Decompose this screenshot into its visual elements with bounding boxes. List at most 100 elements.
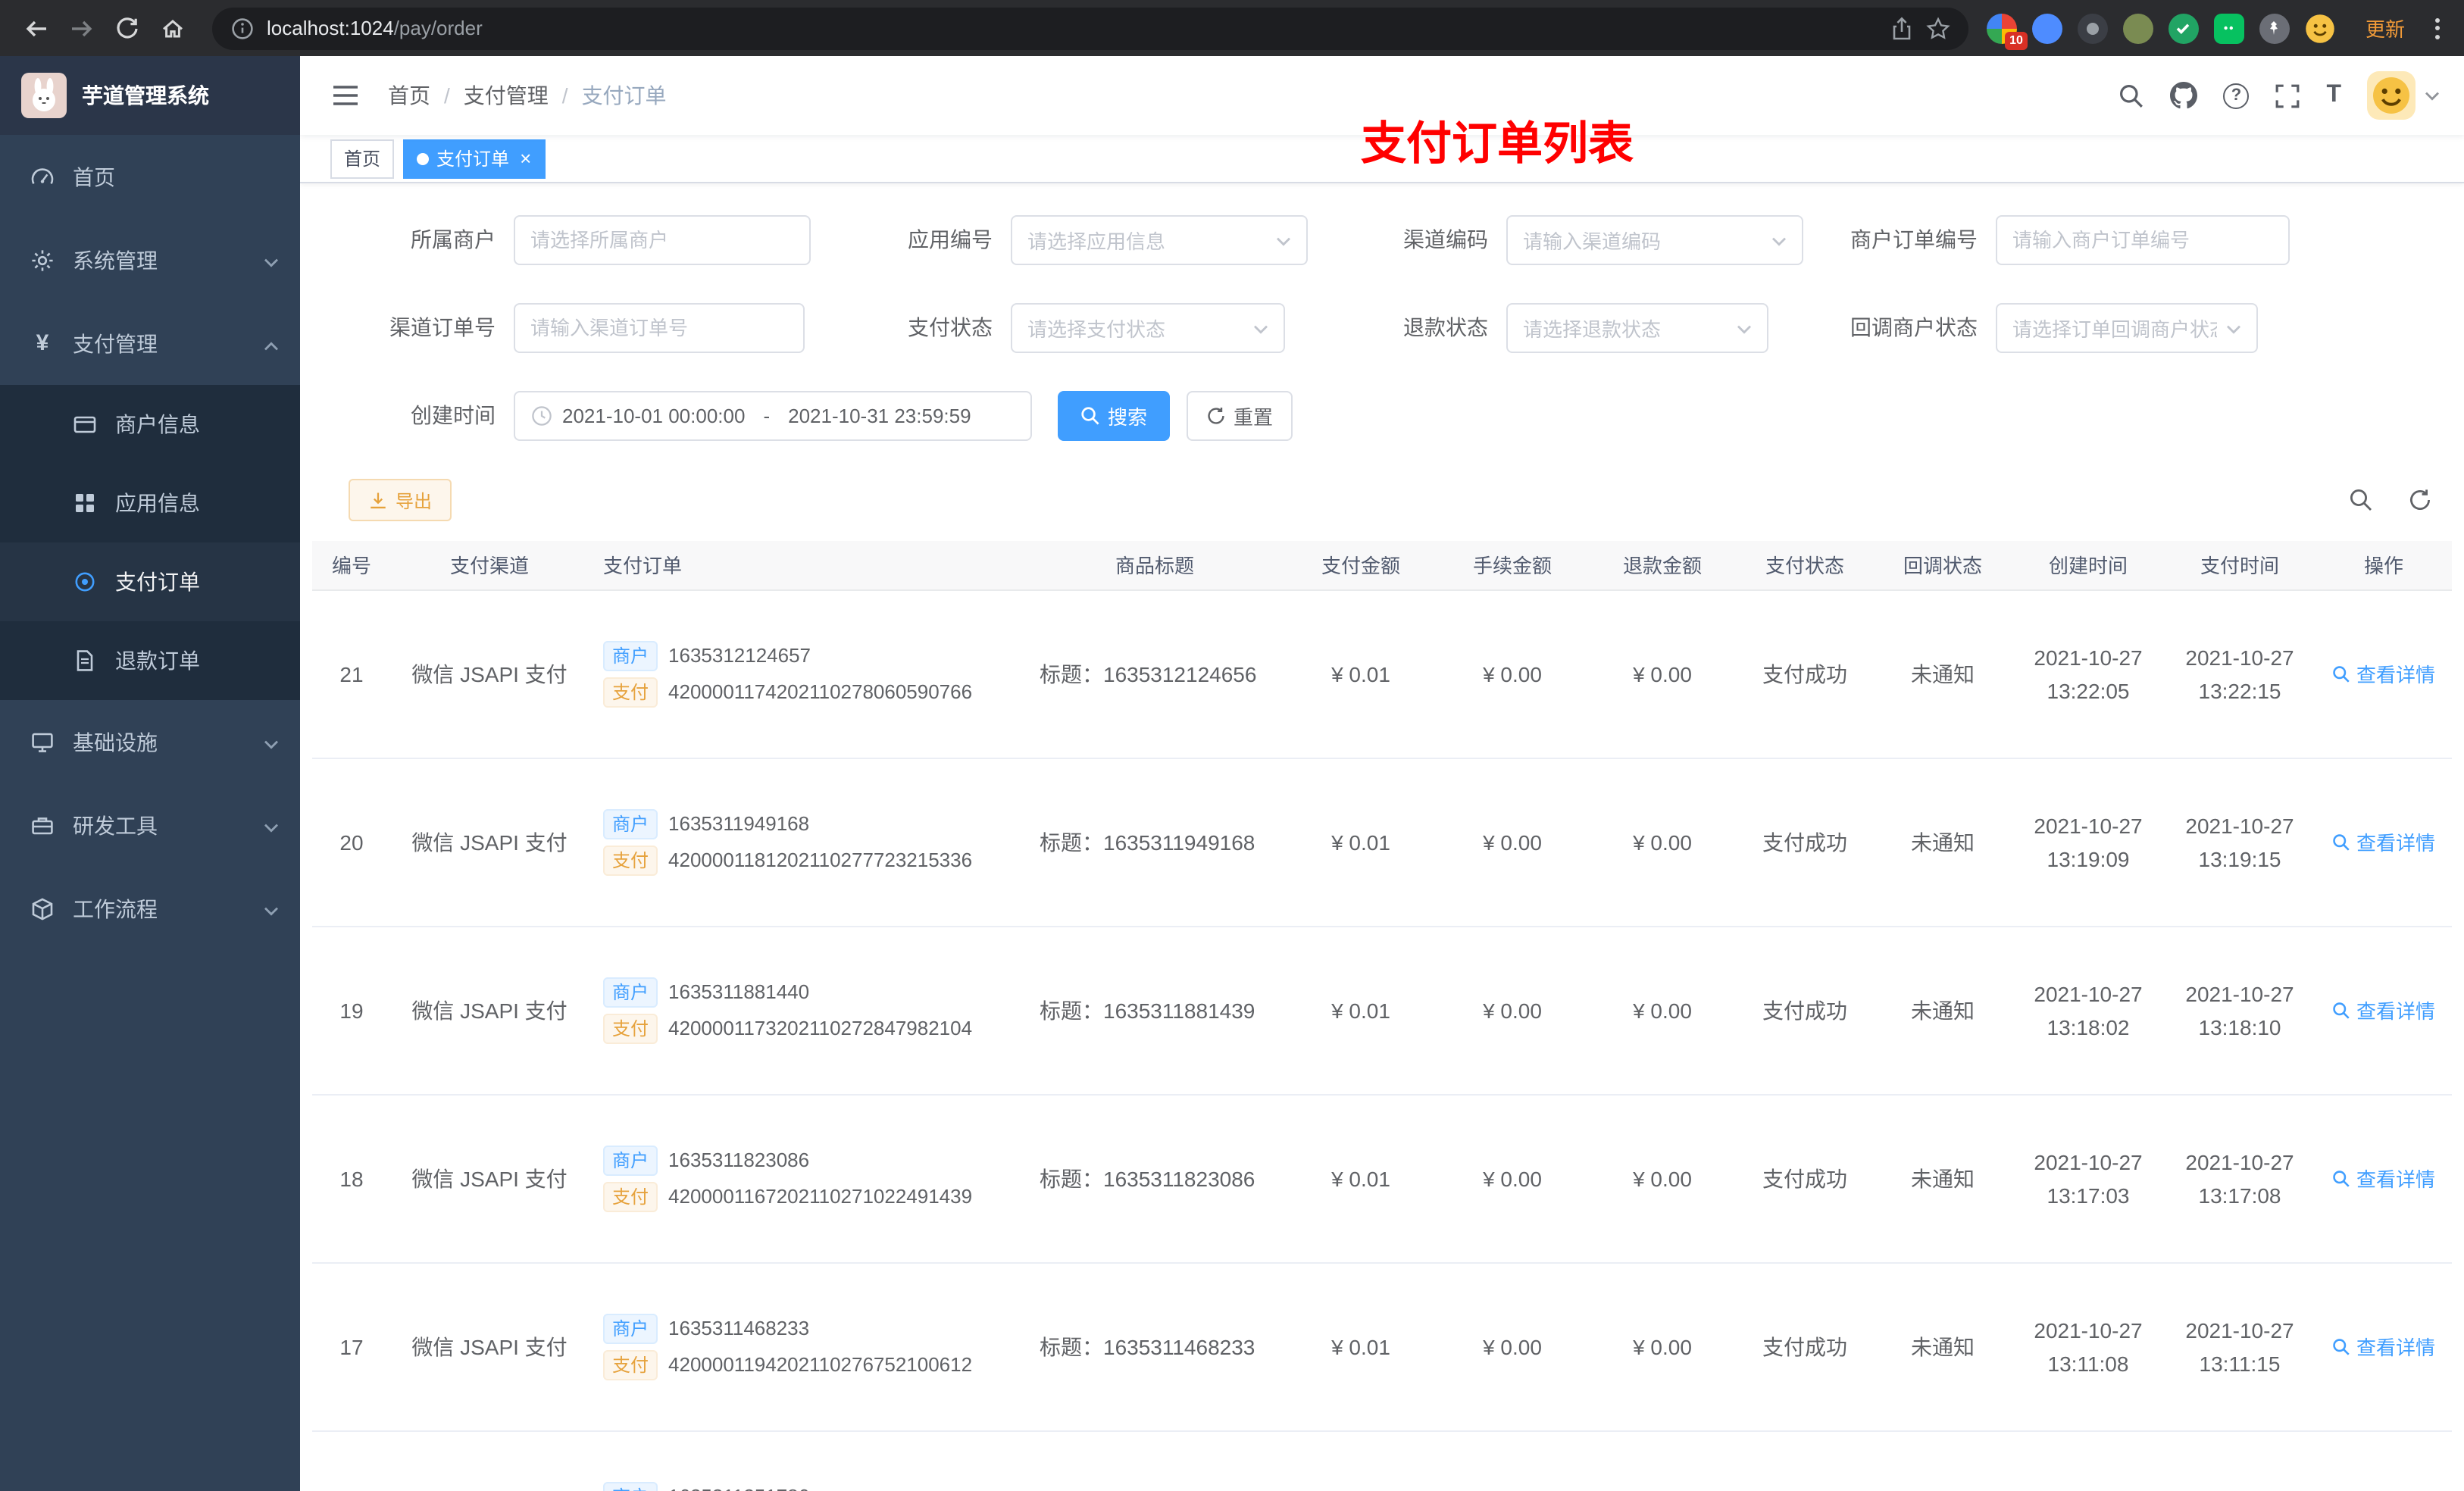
- extension-icon-pin[interactable]: [2259, 13, 2290, 43]
- merchant-order-no: 1635311881440: [668, 980, 810, 1003]
- cell-id: [312, 1430, 391, 1491]
- cell-fee-amount: ¥ 0.00: [1437, 926, 1588, 1095]
- export-button[interactable]: 导出: [349, 479, 452, 521]
- tab-home[interactable]: 首页: [330, 139, 395, 178]
- browser-update-button[interactable]: 更新: [2366, 14, 2405, 42]
- extension-icon-dark[interactable]: [2077, 13, 2108, 43]
- table-row: 17 微信 JSAPI 支付 商户 1635311468233 支付 42000…: [312, 1262, 2452, 1431]
- table-header-row: 编号 支付渠道 支付订单 商品标题 支付金额 手续金额 退款金额 支付状态 回调…: [312, 541, 2452, 590]
- cell-title: [1024, 1430, 1285, 1491]
- extension-icon-chat[interactable]: [2213, 13, 2244, 43]
- col-header-order: 支付订单: [588, 541, 1024, 590]
- breadcrumb-home[interactable]: 首页: [388, 80, 430, 111]
- channel-pay-no: 4200001194202110276752100612: [668, 1353, 973, 1376]
- cell-notify-status: 未通知: [1873, 1262, 2012, 1431]
- merchant-order-no-input[interactable]: [1996, 215, 2290, 265]
- browser-home-icon[interactable]: [152, 7, 194, 49]
- sidebar-item-refund-order[interactable]: 退款订单: [0, 621, 300, 700]
- fullscreen-icon[interactable]: [2275, 83, 2300, 108]
- bookmark-star-icon[interactable]: [1926, 16, 1950, 40]
- chevron-down-icon: [2425, 90, 2440, 101]
- sidebar-item-pay-order[interactable]: 支付订单: [0, 542, 300, 621]
- col-header-pay-amount: 支付金额: [1285, 541, 1437, 590]
- search-button[interactable]: 搜索: [1058, 391, 1170, 441]
- sidebar-item-payment[interactable]: ¥ 支付管理: [0, 302, 300, 385]
- extension-icon-colorful[interactable]: 10: [1986, 13, 2028, 49]
- sidebar-item-merchant-info[interactable]: 商户信息: [0, 385, 300, 464]
- view-detail-link[interactable]: 查看详情: [2332, 827, 2435, 856]
- extension-icon-blue[interactable]: [2031, 13, 2062, 43]
- share-icon[interactable]: [1890, 16, 1914, 40]
- merchant-tag: 商户: [603, 1145, 658, 1175]
- col-header-create-time: 创建时间: [2012, 541, 2164, 590]
- breadcrumb-current: 支付订单: [581, 83, 667, 108]
- merchant-input[interactable]: [514, 215, 811, 265]
- filter-label: 应用编号: [908, 227, 993, 252]
- site-info-icon[interactable]: [230, 16, 255, 40]
- cell-action: 查看详情: [2315, 589, 2452, 758]
- main-area: 首页 / 支付管理 / 支付订单 ? T 首页 支付订单 × 所属商户 请选择所…: [300, 56, 2464, 1491]
- merchant-order-no: 1635311351786: [668, 1485, 809, 1491]
- browser-forward-icon[interactable]: [61, 7, 103, 49]
- col-header-fee-amount: 手续金额: [1437, 541, 1588, 590]
- sidebar-item-home[interactable]: 首页: [0, 135, 300, 218]
- merchant-tag: 商户: [603, 977, 658, 1007]
- sidebar-menu: 首页 系统管理 ¥ 支付管理 商户信息 应用信息 支付订单 退款订单 基础设施 …: [0, 135, 300, 950]
- view-detail-link[interactable]: 查看详情: [2332, 1164, 2435, 1192]
- help-icon[interactable]: ?: [2223, 83, 2250, 108]
- cell-notify-status: 未通知: [1873, 589, 2012, 758]
- sidebar-item-app-info[interactable]: 应用信息: [0, 464, 300, 542]
- view-detail-link[interactable]: 查看详情: [2332, 996, 2435, 1024]
- col-header-title: 商品标题: [1024, 541, 1285, 590]
- browser-profile-avatar[interactable]: [2305, 13, 2335, 43]
- address-bar[interactable]: localhost:1024/pay/order: [212, 7, 1968, 49]
- target-icon: [73, 570, 97, 594]
- chevron-down-icon: [264, 248, 279, 272]
- sidebar-item-devtools[interactable]: 研发工具: [0, 783, 300, 867]
- cell-create-time: 2021-10-27 13:22:05: [2012, 589, 2164, 758]
- refund-status-select[interactable]: 请选择退款状态: [1506, 303, 1768, 353]
- browser-reload-icon[interactable]: [106, 7, 149, 49]
- pay-tag: 支付: [603, 1013, 658, 1043]
- view-detail-link[interactable]: 查看详情: [2332, 659, 2435, 688]
- sidebar-toggle-icon[interactable]: [324, 74, 367, 117]
- cell-action: 查看详情: [2315, 1262, 2452, 1431]
- cell-pay-time: 2021-10-27 13:18:10: [2164, 926, 2315, 1095]
- cell-fee-amount: ¥ 0.00: [1437, 589, 1588, 758]
- gear-icon: [30, 248, 55, 272]
- browser-back-icon[interactable]: [15, 7, 58, 49]
- github-icon[interactable]: [2170, 82, 2198, 109]
- filter-label: 所属商户: [411, 227, 496, 252]
- close-tab-icon[interactable]: ×: [520, 148, 531, 168]
- user-menu[interactable]: [2367, 71, 2440, 120]
- refresh-table-icon[interactable]: [2406, 486, 2434, 514]
- col-header-pay-time: 支付时间: [2164, 541, 2315, 590]
- app-logo[interactable]: 芋道管理系统: [0, 56, 300, 135]
- tab-pay-order[interactable]: 支付订单 ×: [403, 139, 546, 178]
- sidebar-item-infrastructure[interactable]: 基础设施: [0, 700, 300, 783]
- filter-label: 回调商户状态: [1850, 315, 1978, 339]
- page-content: 所属商户 应用编号 请选择应用信息 渠道编码 请输入渠道编码 商户订单编号 渠道…: [300, 183, 2464, 1491]
- view-detail-link[interactable]: 查看详情: [2332, 1332, 2435, 1361]
- sidebar-item-workflow[interactable]: 工作流程: [0, 867, 300, 950]
- create-time-range-picker[interactable]: 2021-10-01 00:00:00 - 2021-10-31 23:59:5…: [514, 391, 1032, 441]
- cell-pay-status: 支付成功: [1737, 589, 1873, 758]
- reset-button[interactable]: 重置: [1187, 391, 1293, 441]
- breadcrumb-section[interactable]: 支付管理: [464, 80, 549, 111]
- merchant-tag: 商户: [603, 808, 658, 839]
- pay-status-select[interactable]: 请选择支付状态: [1011, 303, 1285, 353]
- toggle-search-icon[interactable]: [2347, 486, 2375, 514]
- font-size-icon[interactable]: T: [2326, 83, 2341, 108]
- browser-menu-icon[interactable]: [2426, 17, 2449, 39]
- sidebar-item-system[interactable]: 系统管理: [0, 218, 300, 302]
- header-search-icon[interactable]: [2118, 83, 2144, 108]
- extension-icon-green-check[interactable]: [2168, 13, 2199, 43]
- notify-status-select[interactable]: 请选择订单回调商户状态: [1996, 303, 2258, 353]
- channel-order-no-input[interactable]: [514, 303, 805, 353]
- extension-icon-olive[interactable]: [2122, 13, 2153, 43]
- filter-row-2: 渠道订单号 支付状态 请选择支付状态 退款状态 请选择退款状态 回调商户状态 请…: [300, 303, 2464, 353]
- cell-action: 查看详情: [2315, 1430, 2452, 1491]
- chevron-down-icon: [264, 730, 279, 754]
- cell-id: 18: [312, 1094, 391, 1263]
- cell-order: 商户 1635312124657 支付 42000011742021102780…: [588, 589, 1024, 758]
